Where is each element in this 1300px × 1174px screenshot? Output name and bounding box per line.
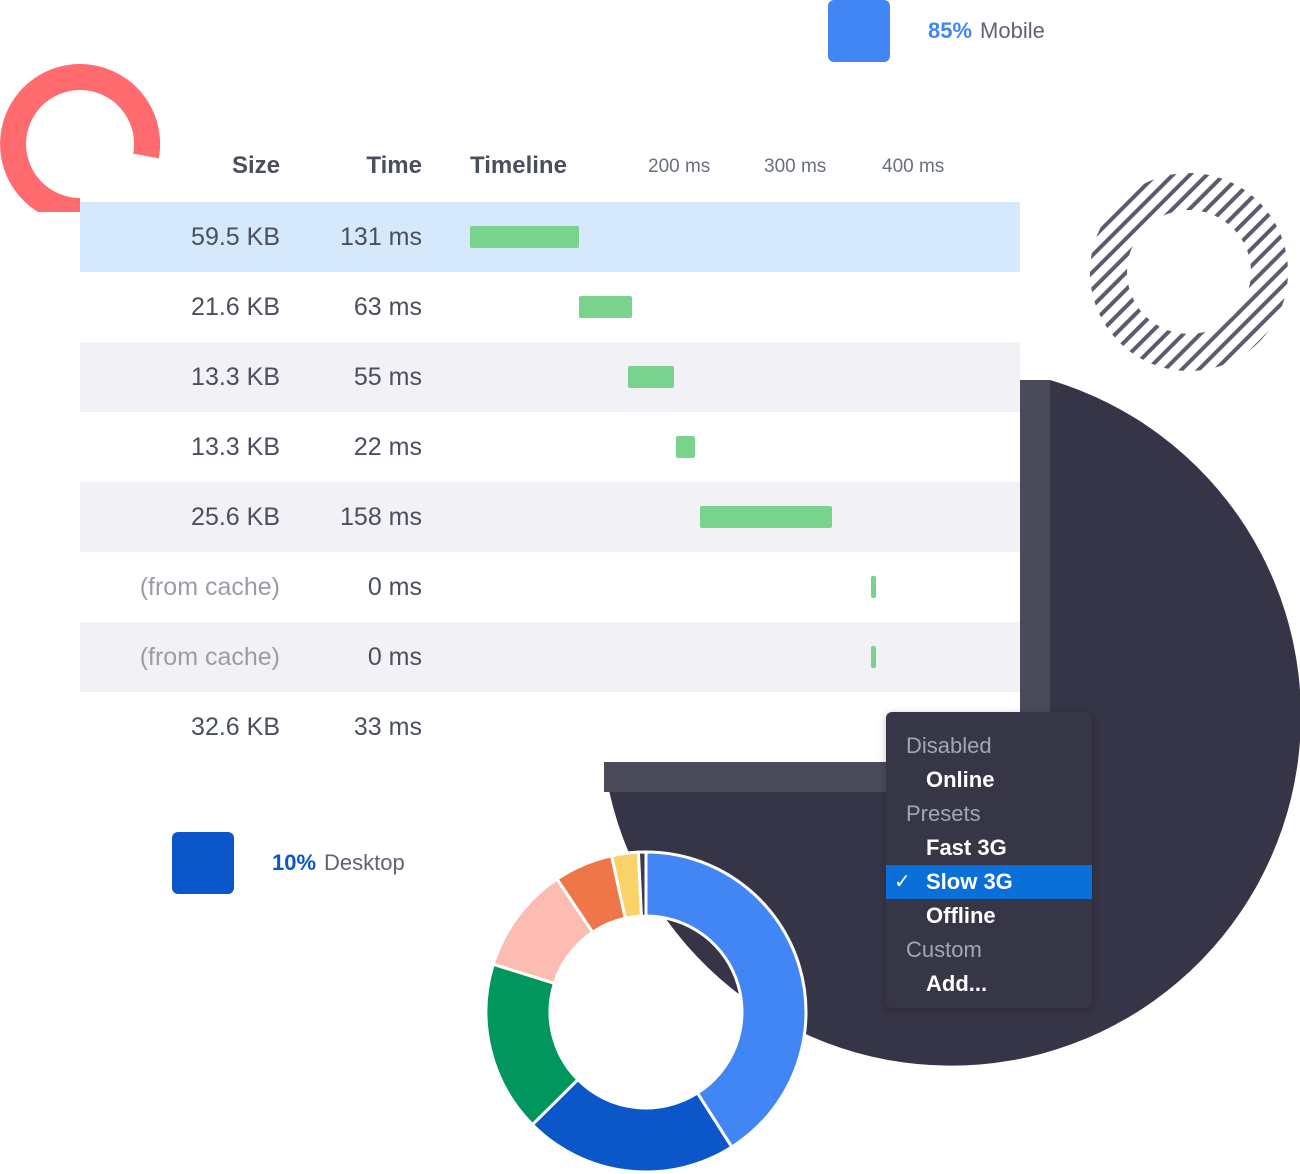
menu-group-heading: Disabled [886,729,1092,763]
donut-segment-6 [636,850,648,918]
menu-group-heading: Custom [886,933,1092,967]
timeline-tick-200: 200 ms [648,156,711,177]
table-rows: 59.5 KB 131 ms 21.6 KB 63 ms 13.3 KB 55 ms 13.… [80,202,1020,762]
row-time-cell: 22 ms [353,433,422,461]
row-time-cell: 55 ms [353,363,422,391]
menu-group-heading-label: Custom [906,937,982,962]
legend-desktop-label: Desktop [324,850,405,875]
red-ring-decoration [0,64,160,212]
row-time-cell: 33 ms [353,713,422,741]
striped-ring-fill [1088,172,1290,372]
table-row[interactable]: (from cache) 0 ms [80,552,1020,622]
table-row[interactable]: 32.6 KB 33 ms [80,692,1020,762]
timeline-tick-400: 400 ms [882,156,945,177]
table-row[interactable]: 13.3 KB 55 ms [80,342,1020,412]
row-size-cell: (from cache) [139,573,280,601]
table-row[interactable]: (from cache) 0 ms [80,622,1020,692]
row-size-cell: 13.3 KB [191,363,280,391]
menu-option-label: Offline [926,903,996,928]
timeline-bar [627,366,674,388]
timeline-tick-300: 300 ms [764,156,827,177]
menu-group-heading-label: Disabled [906,733,992,758]
row-time-cell: 63 ms [353,293,422,321]
donut-chart [484,850,808,1174]
legend-desktop-text: 10% Desktop [272,850,405,876]
legend-desktop: 10% Desktop [172,832,405,894]
timeline-bar [870,646,876,668]
menu-option-slow-3g[interactable]: ✓ Slow 3G [886,865,1092,899]
column-header-time[interactable]: Time [300,152,422,180]
table-row[interactable]: 13.3 KB 22 ms [80,412,1020,482]
legend-mobile-percent: 85% [928,18,973,43]
row-time-cell: 131 ms [340,223,422,251]
row-time-cell: 0 ms [367,573,422,601]
column-header-timeline[interactable]: Timeline [470,152,567,180]
table-row[interactable]: 25.6 KB 158 ms [80,482,1020,552]
legend-mobile-text: 85% Mobile [928,18,1045,44]
row-size-cell: (from cache) [139,643,280,671]
timeline-bar [700,506,833,528]
menu-option-offline[interactable]: Offline [886,899,1092,933]
legend-desktop-swatch [172,832,234,894]
throttling-menu-list: Disabled Online Presets Fast 3G ✓ Slow 3G Offl… [886,712,1092,1001]
timeline-bar [579,296,632,318]
menu-option-label: Slow 3G [926,869,1013,894]
table-row[interactable]: 21.6 KB 63 ms [80,272,1020,342]
timeline-bar [870,576,876,598]
timeline-bar [676,436,695,458]
column-header-size[interactable]: Size [80,152,280,180]
checkmark-icon: ✓ [894,871,911,893]
throttling-dropdown-menu: Disabled Online Presets Fast 3G ✓ Slow 3G Offl… [886,712,1092,1008]
legend-mobile-label: Mobile [980,18,1045,43]
table-row[interactable]: 59.5 KB 131 ms [80,202,1020,272]
menu-option-fast-3g[interactable]: Fast 3G [886,831,1092,865]
legend-mobile: 85% Mobile [828,0,1045,62]
menu-option-label: Online [926,767,995,792]
striped-ring-decoration [1088,172,1290,372]
red-ring-arc [0,64,160,212]
menu-option-label: Add... [926,971,988,996]
row-size-cell: 13.3 KB [191,433,280,461]
row-size-cell: 59.5 KB [191,223,280,251]
row-size-cell: 32.6 KB [191,713,280,741]
menu-group-heading: Presets [886,797,1092,831]
legend-desktop-percent: 10% [272,850,317,875]
legend-mobile-swatch [828,0,890,62]
row-size-cell: 21.6 KB [191,293,280,321]
row-size-cell: 25.6 KB [191,503,280,531]
row-time-cell: 158 ms [340,503,422,531]
menu-option-add[interactable]: Add... [886,967,1092,1001]
row-time-cell: 0 ms [367,643,422,671]
menu-option-online[interactable]: Online [886,763,1092,797]
menu-option-label: Fast 3G [926,835,1007,860]
donut-segment-0 [644,850,808,1150]
timeline-bar [470,226,580,248]
menu-group-heading-label: Presets [906,801,981,826]
